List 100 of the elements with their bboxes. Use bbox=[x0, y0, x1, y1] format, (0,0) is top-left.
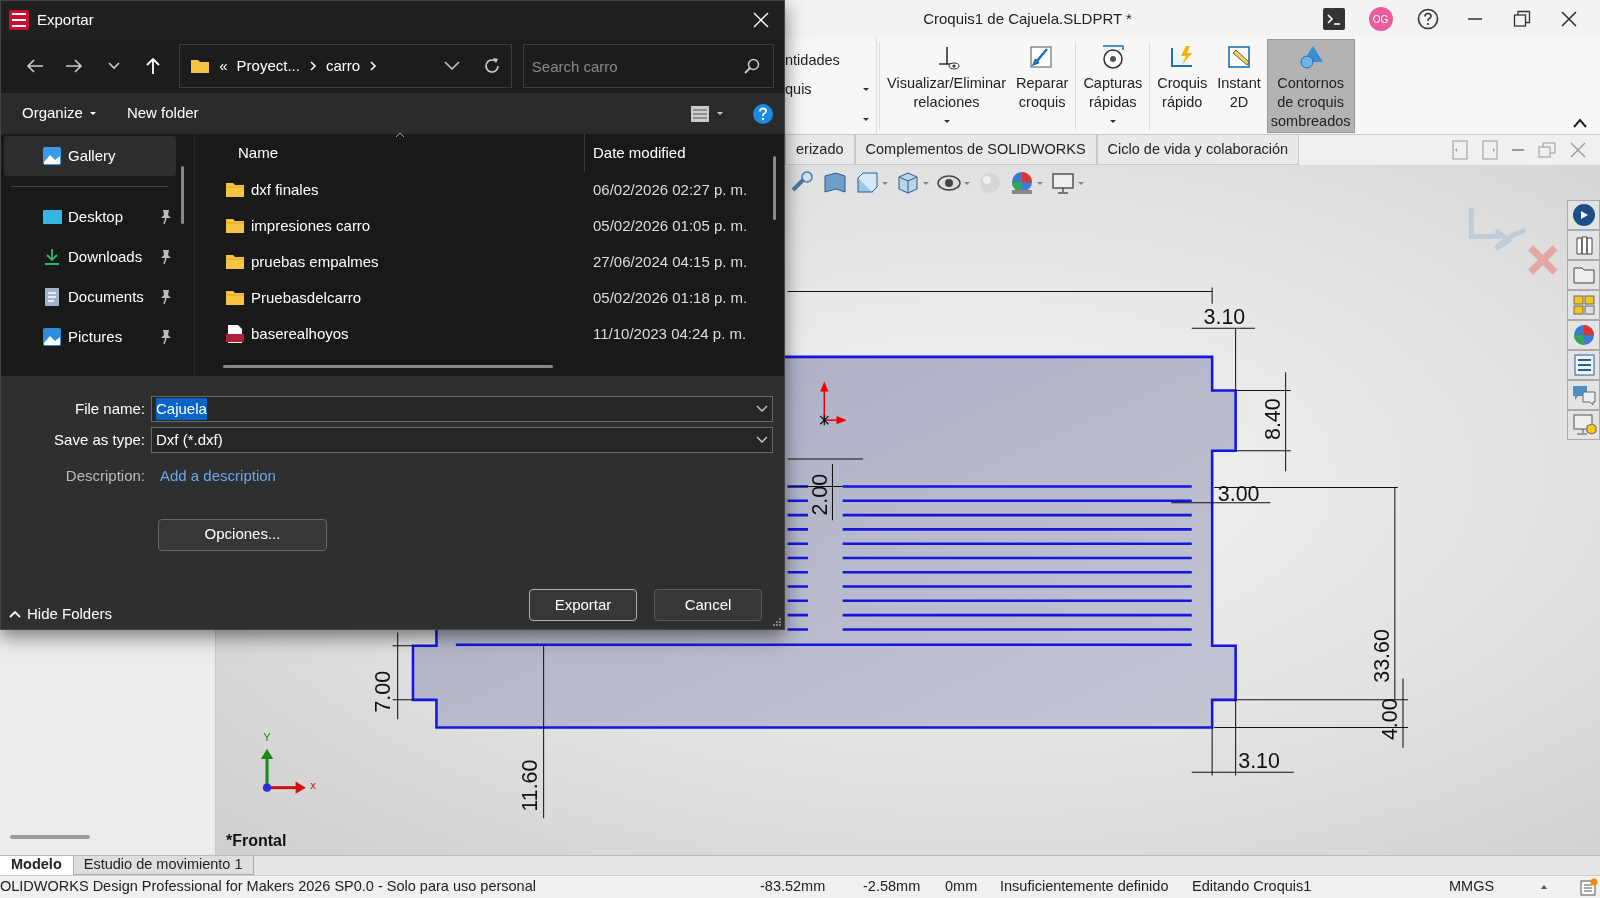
task-pane-tab[interactable] bbox=[1567, 350, 1600, 380]
column-header[interactable]: Date modified bbox=[585, 141, 686, 165]
dimension-value[interactable]: 2.00 bbox=[808, 473, 833, 516]
list-view-icon bbox=[690, 104, 710, 123]
ribbon-label[interactable]: ntidades bbox=[785, 49, 840, 72]
search-icon bbox=[744, 58, 760, 74]
command-tab[interactable]: Ciclo de vida y colaboración bbox=[1096, 135, 1300, 165]
field-label: File name: bbox=[73, 398, 146, 419]
scrollbar[interactable] bbox=[10, 835, 90, 839]
appearance-sphere-icon bbox=[977, 170, 1003, 196]
file-name[interactable]: Pruebasdelcarro bbox=[251, 286, 362, 310]
breadcrumb[interactable]: carro bbox=[325, 54, 361, 78]
dialog-button[interactable]: Cancel bbox=[654, 588, 762, 621]
dimension-value[interactable]: 8.40 bbox=[1261, 398, 1286, 440]
monitor-icon bbox=[1050, 170, 1076, 196]
ribbon-button[interactable]: Contornos de croquis sombreados bbox=[1266, 39, 1355, 133]
hide-folders-button[interactable]: Hide Folders bbox=[9, 602, 113, 625]
display-style-icon bbox=[895, 170, 921, 196]
command-tab[interactable]: Complementos de SOLIDWORKS bbox=[854, 135, 1097, 165]
tile-right-icon[interactable] bbox=[1482, 140, 1498, 160]
notes-icon[interactable] bbox=[1580, 878, 1598, 896]
task-pane-tab[interactable] bbox=[1567, 320, 1600, 350]
ribbon-button[interactable]: Croquis rápido bbox=[1153, 39, 1212, 133]
breadcrumb-overflow[interactable]: « bbox=[219, 54, 228, 78]
address-bar[interactable]: « Proyect... carro bbox=[179, 44, 512, 88]
dialog-button[interactable]: Exportar bbox=[529, 588, 637, 621]
sidebar-item[interactable]: Desktop bbox=[4, 197, 176, 237]
command-button[interactable]: Organize bbox=[22, 102, 97, 125]
field-label: Save as type: bbox=[53, 429, 146, 450]
sort-ascending-icon bbox=[395, 132, 405, 138]
file-type-dropdown[interactable]: Dxf (*.dxf) bbox=[151, 427, 773, 453]
ribbon-button[interactable]: Visualizar/Eliminar relaciones bbox=[883, 39, 1010, 133]
column-header[interactable]: Name bbox=[238, 141, 278, 165]
forward-icon bbox=[65, 57, 84, 75]
scrollbar[interactable] bbox=[181, 166, 184, 224]
dimension-value[interactable]: 11.60 bbox=[518, 759, 543, 812]
model-tab[interactable]: Modelo bbox=[0, 856, 73, 875]
dimension-value[interactable]: 3.10 bbox=[1238, 749, 1280, 774]
back-icon bbox=[25, 57, 44, 75]
sidebar-item[interactable]: Gallery bbox=[4, 136, 176, 176]
restore-icon bbox=[1512, 10, 1531, 28]
ribbon-label[interactable]: quis bbox=[785, 79, 812, 101]
model-tab[interactable]: Estudio de movimiento 1 bbox=[72, 856, 254, 875]
add-description-link[interactable]: Add a description bbox=[160, 465, 276, 488]
close-icon bbox=[1560, 11, 1577, 27]
help-icon[interactable] bbox=[752, 102, 774, 125]
file-name[interactable]: pruebas empalmes bbox=[251, 250, 379, 274]
caret-icon bbox=[1036, 179, 1044, 187]
toolbar-button[interactable] bbox=[1009, 170, 1044, 196]
close-icon[interactable] bbox=[1570, 142, 1586, 158]
navigation-globe-icon bbox=[1570, 202, 1597, 228]
tile-left-icon[interactable] bbox=[1452, 140, 1468, 160]
breadcrumb[interactable]: Proyect... bbox=[236, 54, 300, 78]
close-icon bbox=[753, 12, 769, 28]
ribbon-button[interactable]: Reparar croquis bbox=[1012, 39, 1073, 133]
scene-sphere-icon bbox=[1009, 170, 1035, 196]
dimension-value[interactable]: 4.00 bbox=[1377, 698, 1402, 741]
folder-icon bbox=[190, 58, 211, 74]
dimension-value[interactable]: 33.60 bbox=[1369, 629, 1394, 683]
chevron-down-icon bbox=[756, 405, 768, 413]
caret-up-icon[interactable] bbox=[1540, 884, 1548, 890]
toolbar-button[interactable] bbox=[822, 170, 848, 196]
sidebar-item[interactable]: Documents bbox=[4, 277, 176, 317]
file-name[interactable]: impresiones carro bbox=[251, 214, 371, 238]
task-pane-tab[interactable] bbox=[1567, 200, 1600, 230]
collapse-ribbon-button[interactable] bbox=[1572, 118, 1588, 128]
refresh-icon[interactable] bbox=[482, 57, 501, 75]
dimension-value[interactable]: 7.00 bbox=[371, 670, 396, 713]
task-pane-tab[interactable] bbox=[1567, 410, 1600, 440]
file-icon bbox=[225, 324, 245, 344]
status-text: Insuficientemente definido bbox=[1000, 877, 1170, 897]
view-options-button[interactable] bbox=[690, 104, 724, 123]
scrollbar[interactable] bbox=[773, 156, 776, 220]
search-field[interactable]: Search carro bbox=[522, 44, 774, 88]
ribbon-button[interactable]: Capturas rápidas bbox=[1079, 39, 1147, 133]
sidebar-item[interactable]: Downloads bbox=[4, 237, 176, 277]
desktop-icon bbox=[42, 207, 62, 227]
pictures-icon bbox=[42, 327, 62, 347]
sidebar-item[interactable]: Pictures bbox=[4, 317, 176, 357]
command-button[interactable]: New folder bbox=[126, 102, 199, 125]
caret-icon bbox=[963, 179, 971, 187]
file-name[interactable]: dxf finales bbox=[251, 178, 319, 202]
command-tab[interactable]: erizado bbox=[785, 135, 855, 165]
file-name[interactable]: baserealhoyos bbox=[251, 322, 349, 346]
options-button[interactable]: Opciones... bbox=[158, 518, 327, 551]
date-modified: 06/02/2026 02:27 p. m. bbox=[592, 179, 748, 200]
view-name: *Frontal bbox=[226, 831, 287, 851]
file-name-field[interactable]: Cajuela bbox=[151, 396, 773, 422]
chevron-down-icon[interactable] bbox=[443, 61, 460, 71]
dialog-title: Exportar bbox=[37, 9, 94, 30]
caret-icon bbox=[942, 118, 951, 125]
scrollbar[interactable] bbox=[223, 365, 553, 368]
folder-icon bbox=[225, 252, 245, 272]
ribbon-button[interactable]: Instant 2D bbox=[1213, 39, 1265, 133]
toolbar-button[interactable] bbox=[895, 170, 930, 196]
toolbar-button[interactable] bbox=[1050, 170, 1085, 196]
caret-icon bbox=[922, 179, 930, 187]
minimize-icon bbox=[1467, 18, 1482, 20]
dimension-value[interactable]: 3.10 bbox=[1203, 305, 1246, 330]
task-pane-tab[interactable] bbox=[1567, 230, 1600, 260]
